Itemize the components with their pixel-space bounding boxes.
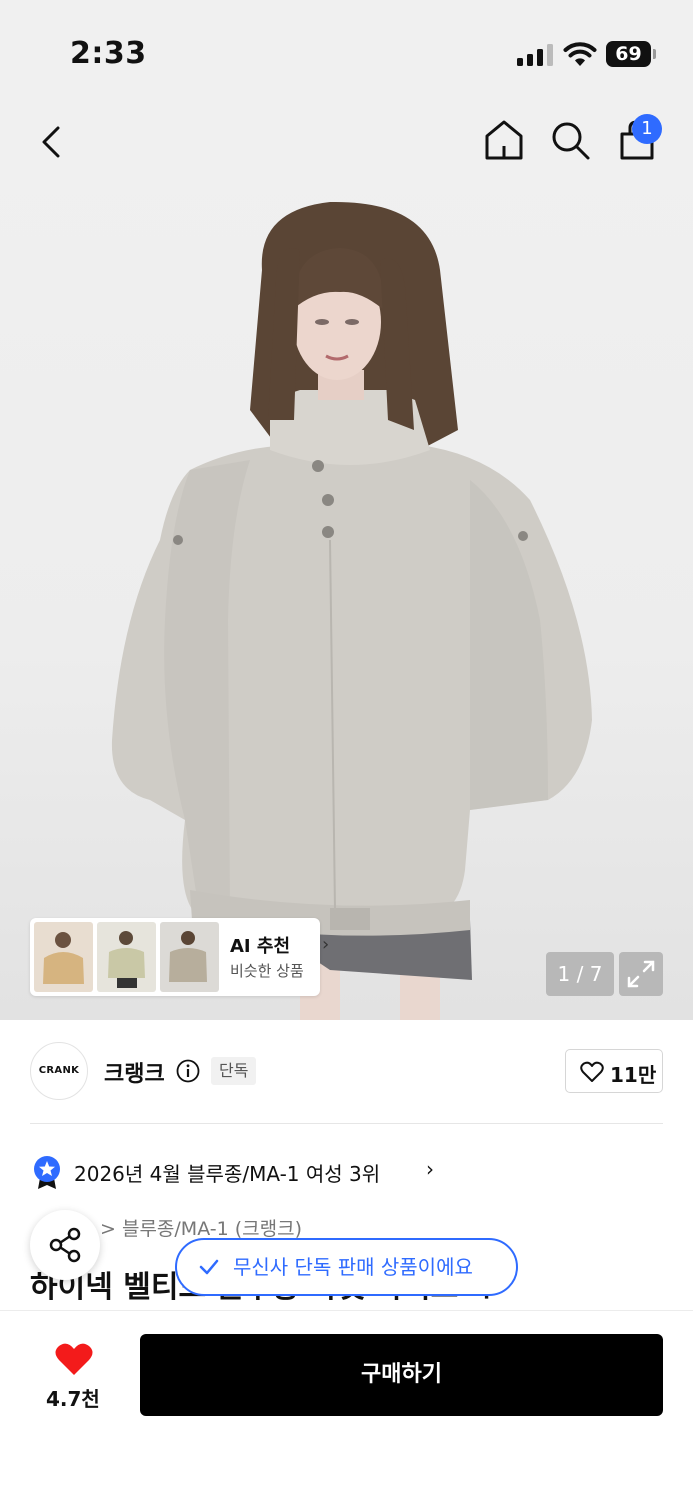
share-icon (49, 1227, 81, 1263)
divider (30, 1123, 663, 1124)
status-time: 2:33 (70, 36, 147, 71)
brand-like-count: 11만 (610, 1063, 657, 1087)
home-icon (485, 120, 523, 160)
brand-name[interactable]: 크랭크 (104, 1056, 165, 1088)
share-button[interactable] (30, 1210, 100, 1280)
brand-logo[interactable]: CRANK (30, 1042, 88, 1100)
ai-thumbnail (160, 922, 219, 992)
ai-recommendation-card[interactable]: AI 추천 › 비슷한 상품 (30, 918, 329, 996)
expand-image-button[interactable] (619, 952, 663, 996)
heart-outline-icon (580, 1061, 604, 1082)
home-button[interactable] (482, 116, 526, 164)
ranking-badge-icon (34, 1156, 60, 1189)
battery-icon: 69 (606, 41, 656, 67)
ai-thumbnail (97, 922, 156, 992)
image-counter: 1 / 7 (546, 952, 614, 996)
like-count: 4.7천 (46, 1387, 100, 1411)
ranking-link[interactable]: 2026년 4월 블루종/MA-1 여성 3위 › (30, 1152, 490, 1192)
heart-icon[interactable] (54, 1341, 94, 1377)
search-icon (552, 122, 590, 160)
back-icon (42, 126, 60, 158)
product-photo (111, 201, 593, 1020)
info-icon[interactable] (176, 1059, 200, 1083)
brand-row: CRANK 크랭크 단독 11만 (0, 1020, 693, 1124)
exclusive-tag: 단독 (211, 1057, 257, 1085)
expand-icon (627, 960, 655, 988)
ai-card-title: AI 추천 (230, 936, 291, 957)
wifi-icon (563, 42, 597, 66)
cart-count-badge: 1 (632, 114, 662, 144)
exclusive-toast: 무신사 단독 판매 상품이에요 (175, 1238, 518, 1296)
search-button[interactable] (548, 116, 592, 164)
check-icon (199, 1259, 219, 1275)
cellular-signal-icon (517, 44, 553, 66)
back-button[interactable] (30, 120, 74, 164)
product-image-carousel[interactable]: 1 AI 추천 › 비슷한 상품 1 / 7 (0, 100, 693, 1020)
ai-card-subtitle: 비슷한 상품 (230, 962, 304, 980)
ranking-text: 2026년 4월 블루종/MA-1 여성 3위 (74, 1162, 381, 1186)
chevron-right-icon: › (426, 1157, 434, 1181)
battery-level: 69 (606, 41, 651, 67)
chevron-right-icon: › (322, 934, 330, 955)
bottom-action-bar: 4.7천 구매하기 (0, 1310, 693, 1500)
status-bar: 2:33 69 (0, 0, 693, 100)
buy-button[interactable]: 구매하기 (140, 1334, 663, 1416)
ai-thumbnail (34, 922, 93, 992)
category-breadcrumb[interactable]: > 블루종/MA-1 (크랭크) (100, 1214, 302, 1241)
toast-text: 무신사 단독 판매 상품이에요 (233, 1255, 473, 1279)
brand-like-button[interactable]: 11만 (565, 1049, 663, 1093)
